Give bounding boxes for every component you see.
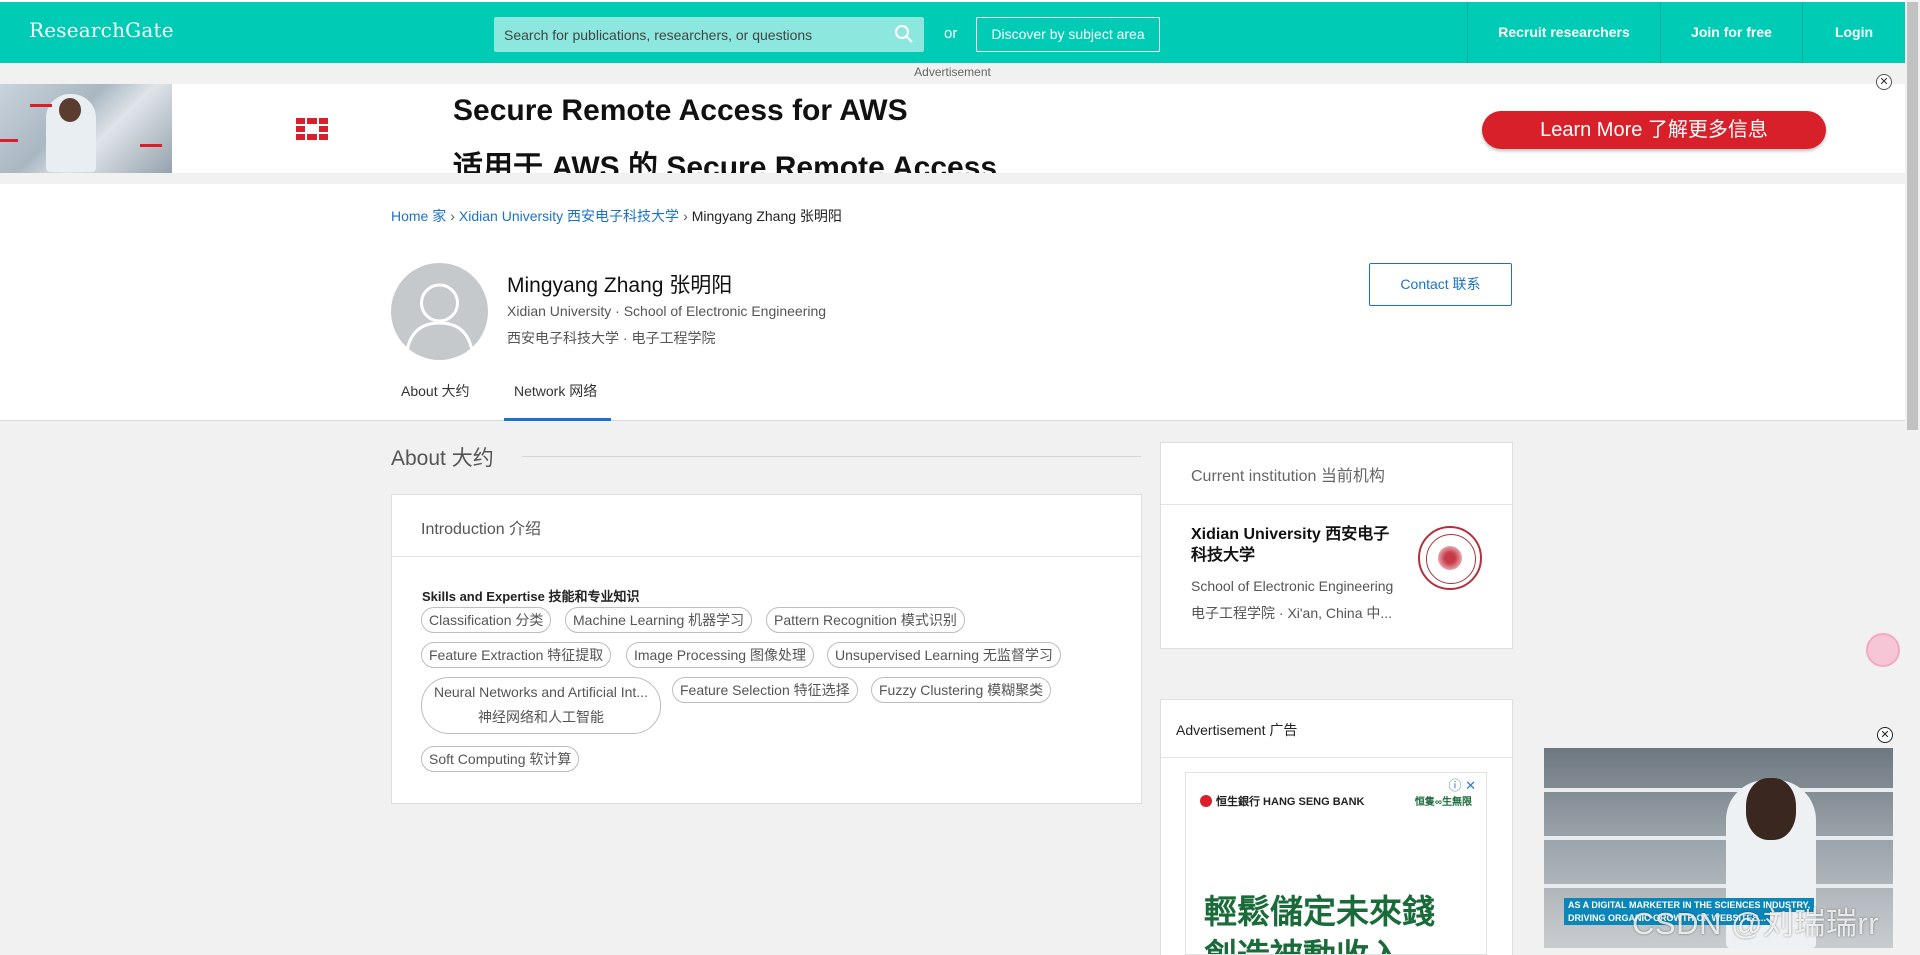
search-icon[interactable] (894, 24, 914, 44)
skill-chip-label-en: Neural Networks and Artificial Int... (434, 684, 648, 700)
chevron-right-icon: › (450, 208, 455, 224)
ad-person-figure (46, 94, 96, 172)
discover-subject-button[interactable]: Discover by subject area (976, 17, 1160, 52)
breadcrumb-home-link[interactable]: Home 家 (391, 206, 446, 226)
ad-headline-zh: 适用于 AWS 的 Secure Remote Access (453, 151, 998, 173)
profile-institution-zh: 西安电子科技大学 · 电子工程学院 (507, 330, 716, 346)
ad-slogan-line2: 創造被動收入 (1204, 929, 1402, 954)
csdn-watermark: CSDN @刘瑞瑞rr (1632, 906, 1880, 941)
lab-shelf (1544, 836, 1893, 840)
chevron-right-icon: › (683, 208, 688, 224)
skill-chip[interactable]: Feature Selection 特征选择 (672, 677, 858, 703)
ad-close-icon[interactable]: ⓘ ✕ (1448, 775, 1476, 794)
profile-header-section (0, 184, 1905, 421)
introduction-header: Introduction 介绍 (421, 521, 542, 538)
skills-header: Skills and Expertise 技能和专业知识 (422, 589, 640, 604)
skill-chip[interactable]: Image Processing 图像处理 (626, 642, 814, 668)
page-scrollbar[interactable] (1905, 0, 1920, 955)
search-input[interactable] (494, 17, 924, 52)
breadcrumb: Home 家 › Xidian University 西安电子科技大学 › Mi… (391, 206, 842, 226)
search-box (494, 17, 924, 52)
active-tab-indicator (504, 418, 611, 421)
about-section-title: About 大约 (391, 447, 494, 470)
ad-headline-en: Secure Remote Access for AWS (453, 94, 908, 127)
scrollbar-thumb[interactable] (1907, 2, 1918, 430)
skill-chip[interactable]: Feature Extraction 特征提取 (421, 642, 612, 668)
skill-chip[interactable]: Pattern Recognition 模式识别 (766, 607, 965, 633)
lab-shelf (1544, 788, 1893, 792)
tab-network[interactable]: Network 网络 (514, 381, 597, 401)
header-nav-links: Recruit researchers Join for free Login (1467, 2, 1905, 63)
skill-chip[interactable]: Neural Networks and Artificial Int... 神经… (421, 677, 661, 734)
section-divider (522, 456, 1141, 457)
institution-school: School of Electronic Engineering (1191, 578, 1394, 594)
ad-photo (0, 84, 172, 173)
breadcrumb-university-link[interactable]: Xidian University 西安电子科技大学 (459, 206, 679, 226)
skill-chip[interactable]: Classification 分类 (421, 607, 552, 633)
breadcrumb-current: Mingyang Zhang 张明阳 (691, 208, 842, 224)
ad-slogan-line1: 輕鬆儲定未來錢 (1204, 893, 1435, 930)
institution-name-link[interactable]: Xidian University 西安电子科技大学 (1191, 524, 1401, 566)
or-text: or (944, 25, 958, 42)
skill-chip-label-zh: 神经网络和人工智能 (478, 709, 604, 725)
hang-seng-tagline: 恒隻∞生無限 (1414, 797, 1472, 808)
university-seal-logo[interactable] (1418, 526, 1482, 590)
learn-more-button[interactable]: Learn More 了解更多信息 (1482, 111, 1826, 149)
video-close-icon[interactable]: ✕ (1877, 727, 1893, 743)
researchgate-logo[interactable]: ResearchGate (29, 18, 174, 42)
tab-about[interactable]: About 大约 (401, 381, 469, 401)
institution-location: 电子工程学院 · Xi'an, China 中... (1191, 605, 1393, 621)
hang-seng-logo: 恒生銀行 HANG SENG BANK (1200, 793, 1365, 809)
skill-chip[interactable]: Unsupervised Learning 无监督学习 (827, 642, 1061, 668)
skill-chip[interactable]: Fuzzy Clustering 模糊聚类 (871, 677, 1052, 703)
institution-header: Current institution 当前机构 (1191, 468, 1385, 485)
top-ad-banner[interactable]: Secure Remote Access for AWS 适用于 AWS 的 S… (0, 84, 1905, 173)
join-for-free-link[interactable]: Join for free (1660, 2, 1802, 63)
ad-accent-line (30, 104, 52, 107)
login-link[interactable]: Login (1802, 2, 1905, 63)
fortinet-logo-icon (296, 118, 328, 140)
skill-chip[interactable]: Machine Learning 机器学习 (565, 607, 753, 633)
ad-close-icon[interactable]: ✕ (1876, 74, 1892, 90)
ad-accent-line (140, 144, 162, 147)
top-nav-bar: ResearchGate or Discover by subject area… (0, 0, 1905, 63)
side-ad-header: Advertisement 广告 (1176, 722, 1298, 738)
lab-shelf (1544, 884, 1893, 888)
floating-assistant-icon[interactable] (1866, 633, 1900, 667)
advertisement-label: Advertisement (914, 65, 991, 79)
recruit-researchers-link[interactable]: Recruit researchers (1467, 2, 1660, 63)
ad-accent-line (0, 139, 18, 142)
profile-name: Mingyang Zhang 张明阳 (507, 274, 733, 297)
default-user-icon (405, 283, 474, 352)
profile-institution-en[interactable]: Xidian University · School of Electronic… (507, 303, 826, 319)
hang-seng-ad[interactable]: ⓘ ✕ 恒生銀行 HANG SENG BANK 恒隻∞生無限 輕鬆儲定未來錢 創… (1185, 772, 1487, 955)
contact-button[interactable]: Contact 联系 (1369, 263, 1512, 306)
avatar (391, 263, 488, 360)
skill-chip[interactable]: Soft Computing 软计算 (421, 746, 580, 772)
